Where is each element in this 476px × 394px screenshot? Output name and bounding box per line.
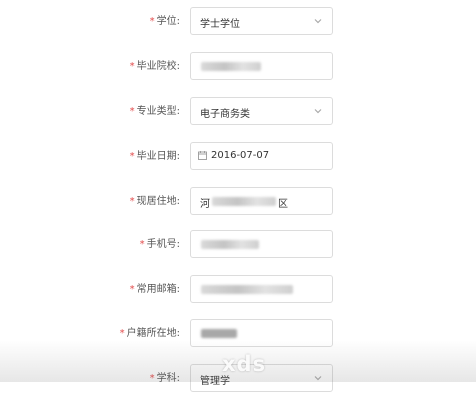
blurred-text bbox=[212, 197, 276, 206]
blurred-text bbox=[201, 285, 293, 294]
grad-date-label: * 毕业日期: bbox=[129, 151, 180, 162]
degree-select[interactable]: 学士学位 bbox=[190, 7, 333, 35]
phone-label: * 手机号: bbox=[139, 239, 180, 250]
email-input[interactable] bbox=[190, 275, 333, 303]
major-type-value: 电子商务类 bbox=[200, 109, 250, 120]
blurred-text bbox=[201, 62, 261, 71]
chevron-down-icon bbox=[314, 19, 322, 24]
major-type-select[interactable]: 电子商务类 bbox=[190, 97, 333, 125]
major-type-label: * 专业类型: bbox=[129, 106, 180, 117]
school-label: * 毕业院校: bbox=[129, 61, 180, 72]
degree-label: * 学位: bbox=[149, 16, 180, 27]
blurred-text bbox=[201, 240, 259, 249]
school-row: * 毕业院校: bbox=[0, 52, 476, 82]
hukou-label: * 户籍所在地: bbox=[119, 328, 180, 339]
watermark: xds bbox=[222, 352, 267, 376]
grad-date-picker[interactable]: 2016-07-07 bbox=[190, 142, 333, 170]
blurred-text bbox=[201, 329, 237, 338]
degree-value: 学士学位 bbox=[200, 19, 240, 30]
address-value-start: 河 bbox=[200, 199, 210, 210]
address-value-end: 区 bbox=[278, 199, 288, 210]
grad-date-row: * 毕业日期: 2016-07-07 bbox=[0, 142, 476, 172]
email-row: * 常用邮箱: bbox=[0, 275, 476, 305]
calendar-icon bbox=[198, 151, 207, 160]
address-row: * 现居住地: 河 区 bbox=[0, 187, 476, 217]
grad-date-value: 2016-07-07 bbox=[211, 150, 270, 161]
chevron-down-icon bbox=[314, 109, 322, 114]
address-label: * 现居住地: bbox=[129, 196, 180, 207]
address-input[interactable]: 河 区 bbox=[190, 187, 333, 215]
phone-row: * 手机号: bbox=[0, 230, 476, 260]
email-label: * 常用邮箱: bbox=[129, 284, 180, 295]
phone-input[interactable] bbox=[190, 230, 333, 258]
major-type-row: * 专业类型: 电子商务类 bbox=[0, 97, 476, 127]
school-input[interactable] bbox=[190, 52, 333, 80]
degree-row: * 学位: 学士学位 bbox=[0, 7, 476, 37]
